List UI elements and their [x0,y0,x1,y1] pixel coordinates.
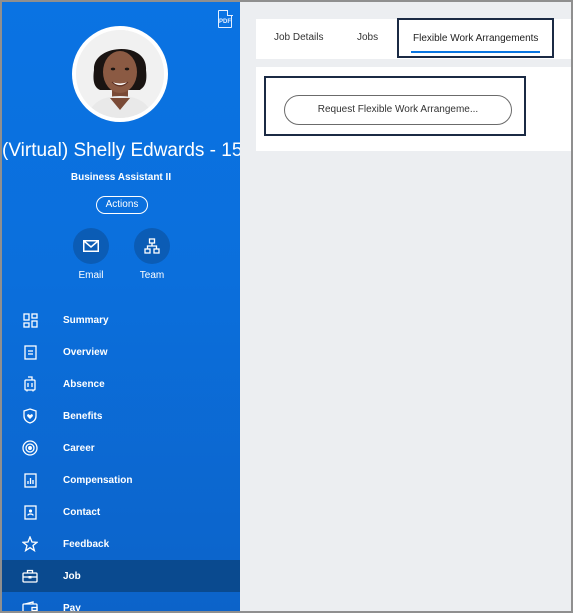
sidebar-item-benefits[interactable]: Benefits [2,400,240,432]
tab-jobs[interactable]: Jobs [357,19,378,59]
actions-button[interactable]: Actions [96,196,148,214]
app-frame: PDF (Virtual) Shelly Edwards - 15 Busine… [0,0,573,613]
email-label: Email [78,270,104,281]
sidebar-item-label: Summary [63,314,109,326]
summary-grid-icon [21,311,39,329]
pdf-export-icon[interactable]: PDF [218,9,233,28]
email-quick-action[interactable]: Email [71,228,111,281]
target-icon [21,439,39,457]
sidebar-item-label: Contact [63,506,101,518]
tab-flexible-work-arrangements[interactable]: Flexible Work Arrangements [397,18,555,58]
main-content: Job Details Jobs Flexible Work Arrangeme… [240,2,571,611]
worker-photo-image [76,30,164,118]
team-quick-action[interactable]: Team [132,228,172,281]
sidebar-item-label: Pay [63,602,81,613]
star-icon [21,535,39,553]
focus-outline: Request Flexible Work Arrangeme... [264,76,526,136]
sidebar-item-label: Overview [63,346,108,358]
sidebar-item-overview[interactable]: Overview [2,336,240,368]
overview-doc-icon [21,343,39,361]
sidebar-item-pay[interactable]: Pay [2,592,240,613]
tab-job-details[interactable]: Job Details [274,19,323,59]
bar-chart-icon [21,471,39,489]
sidebar-item-compensation[interactable]: Compensation [2,464,240,496]
avatar[interactable] [72,26,168,122]
sidebar-item-absence[interactable]: Absence [2,368,240,400]
sidebar-item-label: Career [63,442,95,454]
sidebar-item-career[interactable]: Career [2,432,240,464]
pdf-label: PDF [219,19,231,25]
sidebar-item-label: Benefits [63,410,103,422]
wallet-icon [21,599,39,611]
sidebar-item-label: Absence [63,378,105,390]
luggage-icon [21,375,39,393]
contact-book-icon [21,503,39,521]
worker-photo [76,30,164,118]
sidebar-item-label: Feedback [63,538,110,550]
sidebar-item-feedback[interactable]: Feedback [2,528,240,560]
briefcase-icon [21,567,39,585]
team-label: Team [139,270,165,281]
email-icon [73,228,109,264]
worker-name: (Virtual) Shelly Edwards - 15 [2,140,240,161]
worker-sidebar: PDF (Virtual) Shelly Edwards - 15 Busine… [2,2,240,613]
flexible-work-panel: Request Flexible Work Arrangeme... [256,67,571,151]
sidebar-item-contact[interactable]: Contact [2,496,240,528]
sidebar-item-label: Job [63,570,81,582]
shield-heart-icon [21,407,39,425]
org-chart-icon [134,228,170,264]
request-flexible-work-arrangement-button[interactable]: Request Flexible Work Arrangeme... [284,95,512,125]
sidebar-item-job[interactable]: Job [2,560,240,592]
sidebar-nav: Summary Overview Absence Benefits Career… [2,304,240,613]
tab-bar: Job Details Jobs Flexible Work Arrangeme… [256,18,571,59]
worker-job-title: Business Assistant II [70,172,172,183]
sidebar-item-label: Compensation [63,474,133,486]
sidebar-item-summary[interactable]: Summary [2,304,240,336]
